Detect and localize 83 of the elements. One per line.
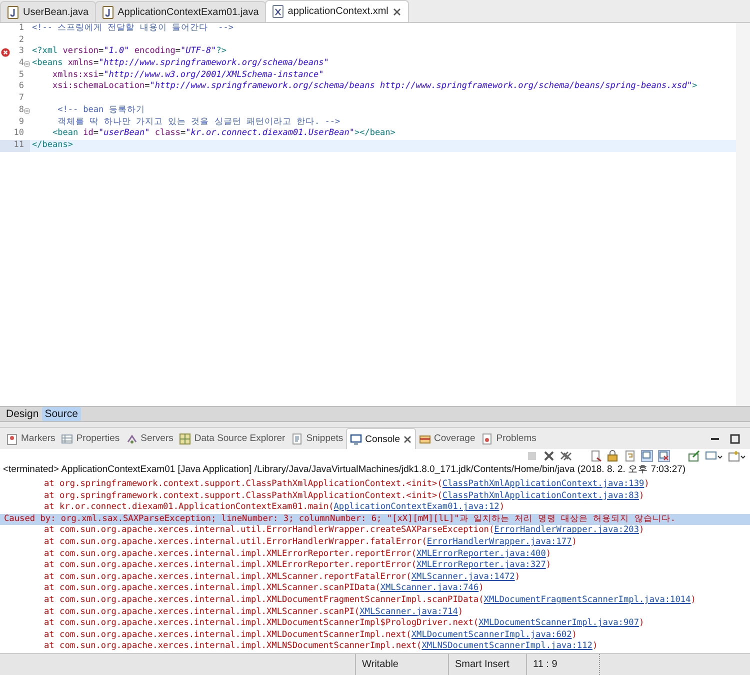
line-number: 2 [18, 34, 24, 46]
fold-icon[interactable] [24, 60, 30, 67]
stack-trace-line: at com.sun.org.apache.xerces.internal.impl.XMLScanner.reportFatalError(XMLScanner.java:1472) [43, 572, 522, 583]
source-link[interactable]: ClassPathXmlApplicationContext.java:83 [442, 490, 639, 501]
close-icon[interactable] [403, 434, 412, 444]
source-link[interactable]: XMLErrorReporter.java:327 [416, 560, 546, 570]
remove-icon[interactable] [543, 450, 555, 462]
stack-trace-line: at com.sun.org.apache.xerces.internal.util.ErrorHandlerWrapper.fatalError(ErrorHandlerWrapper.java:177) [43, 537, 578, 549]
source-link[interactable]: XMLDocumentScannerImpl.java:602 [411, 630, 572, 640]
source-link[interactable]: ErrorHandlerWrapper.java:177 [426, 537, 572, 548]
line-number: 9 [18, 116, 24, 128]
editor-mode-tab[interactable]: Source [42, 407, 81, 421]
table-icon [61, 432, 74, 444]
view-tab[interactable]: Data Source Explorer [176, 428, 288, 449]
monitor-icon [350, 433, 362, 445]
view-tab[interactable]: Markers [3, 428, 58, 449]
stack-trace-line: at kr.or.connect.diexam01.ApplicationContextExam01.main(ApplicationContextExam01.java:12) [43, 502, 506, 514]
database-grid-icon [179, 432, 192, 444]
source-link[interactable]: XMLErrorReporter.java:400 [416, 548, 546, 559]
line-number: 1 [18, 23, 24, 35]
remove-all-icon[interactable] [560, 450, 572, 462]
code-line: <!-- 스프링에게 전달할 내용이 들어간다 --> [31, 23, 235, 35]
stack-trace-line: at org.springframework.context.support.ClassPathXmlApplicationContext.<init>(ClassPathXmlApplicationContext.java:139) [43, 479, 650, 491]
code-line: 객체를 딱 하나만 가지고 있는 것을 싱글턴 패턴이라고 한다. --> [56, 116, 342, 128]
source-link[interactable]: ErrorHandlerWrapper.java:203 [494, 525, 640, 536]
coverage-bar-icon [419, 432, 432, 444]
status-insert-mode: Smart Insert [448, 654, 526, 675]
source-link[interactable]: XMLScanner.java:714 [360, 606, 458, 617]
editor-tab[interactable]: UserBean.java [0, 1, 96, 22]
stack-trace-line: at com.sun.org.apache.xerces.internal.impl.XMLErrorReporter.reportError(XMLErrorReporter.java:400) [43, 548, 552, 560]
stack-trace-line: at com.sun.org.apache.xerces.internal.impl.XMLErrorReporter.reportError(XMLErrorReporter.java:327) [43, 560, 552, 572]
source-link[interactable]: XMLScanner.java:1472 [411, 572, 515, 582]
source-link[interactable]: XMLDocumentFragmentScannerImpl.java:1014 [484, 595, 691, 606]
source-link[interactable]: ApplicationContextExam01.java:12 [334, 502, 500, 512]
stack-trace-line: at com.sun.org.apache.xerces.internal.impl.XMLScanner.scanPI(XMLScanner.java:714) [43, 606, 464, 618]
document-icon [291, 432, 304, 444]
line-number: 11 [12, 140, 24, 152]
code-line: xsi:schemaLocation="http://www.springframework.org/schema/beans http://www.springframework.org/schema/beans/spring-beans.xsd"> [51, 81, 698, 94]
stack-trace-line: at org.springframework.context.support.ClassPathXmlApplicationContext.<init>(ClassPathXmlApplicationContext.java:83) [43, 490, 646, 502]
line-number: 5 [18, 70, 24, 82]
view-tab[interactable]: Servers [122, 428, 176, 449]
stack-trace-line: at com.sun.org.apache.xerces.internal.util.ErrorHandlerWrapper.createSAXParseException(ErrorHandlerWrapper.java:203) [43, 525, 646, 537]
view-tab[interactable]: Console [346, 428, 416, 450]
stack-trace-line: at com.sun.org.apache.xerces.internal.impl.XMLDocumentFragmentScannerImpl.scanPIData(XMLDocumentFragmentScannerImpl.java:1014) [43, 595, 697, 607]
source-link[interactable]: ClassPathXmlApplicationContext.java:139 [442, 479, 644, 490]
xml-file-icon [272, 5, 284, 18]
close-icon[interactable] [392, 6, 402, 16]
fold-icon[interactable] [24, 108, 30, 114]
stack-trace-line: at com.sun.org.apache.xerces.internal.impl.XMLNSDocumentScannerImpl.next(XMLNSDocumentScannerImpl.java:112) [43, 641, 599, 653]
java-file-icon [102, 6, 114, 18]
code-line: xmlns:xsi="http://www.w3.org/2001/XMLSchema-instance" [51, 70, 325, 82]
editor-tab[interactable]: ApplicationContextExam01.java [94, 1, 266, 22]
source-link[interactable]: XMLDocumentScannerImpl.java:907 [478, 618, 639, 628]
open-console-icon[interactable] [728, 450, 746, 462]
display-console-icon[interactable] [705, 450, 723, 462]
maximize-icon[interactable] [730, 434, 740, 444]
code-line: <beans xmlns="http://www.springframework.org/schema/beans" [31, 58, 330, 70]
line-number: 10 [12, 128, 24, 140]
cursor-position: 11 : 9 [526, 654, 600, 675]
line-number: 4 [18, 58, 24, 70]
view-tab[interactable]: Problems [478, 428, 540, 449]
view-tab[interactable]: Properties [58, 428, 123, 449]
editor-mode-tab[interactable]: Design [3, 407, 42, 421]
pin-icon[interactable] [688, 450, 700, 462]
line-number: 3 [18, 46, 24, 58]
line-number: 8 [18, 104, 24, 117]
console-header: <terminated> ApplicationContextExam01 [Java Application] /Library/Java/JavaVirtualMachines/jdk1.8.0_171.jdk/Contents/Home/bin/java (2018. 8. 2. 오후 7:03:27) [2, 463, 687, 476]
line-number: 6 [18, 81, 24, 94]
stack-trace-line: at com.sun.org.apache.xerces.internal.impl.XMLDocumentScannerImpl$PrologDriver.next(XMLDocumentScannerImpl.java:907) [43, 618, 646, 630]
stack-trace-line: at com.sun.org.apache.xerces.internal.impl.XMLDocumentScannerImpl.next(XMLDocumentScannerImpl.java:602) [43, 630, 578, 641]
code-line: <bean id="userBean" class="kr.or.connect.diexam01.UserBean"></bean> [51, 128, 396, 140]
code-line: <?xml version="1.0" encoding="UTF-8"?> [31, 46, 228, 58]
scroll-lock-icon[interactable] [607, 450, 619, 462]
line-number: 7 [18, 93, 24, 105]
view-tab[interactable]: Coverage [416, 428, 478, 449]
stack-trace-line: at com.sun.org.apache.xerces.internal.impl.XMLScanner.scanPIData(XMLScanner.java:746) [43, 583, 485, 595]
java-file-icon [7, 6, 19, 18]
editor-tab[interactable]: applicationContext.xml [264, 0, 410, 22]
view-tab[interactable]: Snippets [288, 428, 346, 449]
code-line: <!-- bean 등록하기 [56, 104, 146, 116]
source-link[interactable]: XMLNSDocumentScannerImpl.java:112 [422, 641, 592, 652]
status-writable: Writable [355, 654, 448, 675]
source-link[interactable]: XMLScanner.java:746 [380, 583, 479, 594]
